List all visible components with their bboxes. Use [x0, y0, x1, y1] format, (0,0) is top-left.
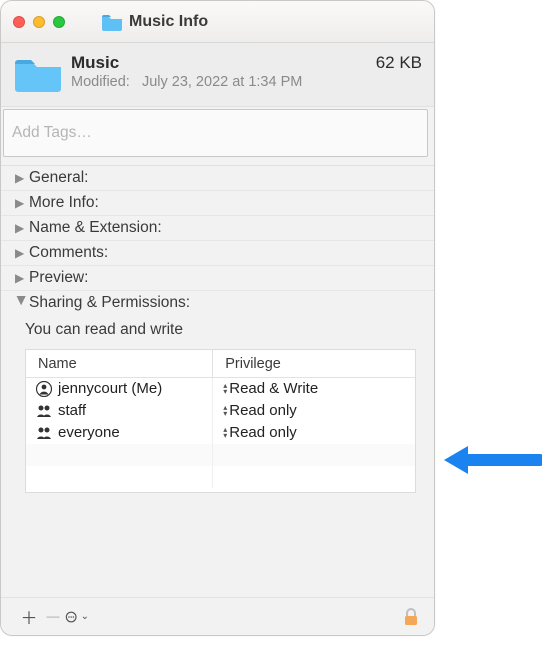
section-label: Name & Extension: — [29, 219, 162, 237]
section-name-extension[interactable]: ▶Name & Extension: — [1, 215, 434, 240]
section-preview[interactable]: ▶Preview: — [1, 265, 434, 290]
group-icon — [36, 426, 52, 440]
privilege-value[interactable]: Read only — [229, 402, 297, 419]
stepper-icon[interactable]: ▴▾ — [223, 427, 227, 439]
add-button[interactable]: ＋ — [17, 604, 41, 629]
privilege-value[interactable]: Read & Write — [229, 380, 318, 397]
column-privilege[interactable]: Privilege — [213, 350, 415, 378]
minimize-icon[interactable] — [33, 16, 45, 28]
user-name: jennycourt (Me) — [58, 380, 162, 397]
sections: ▶General: ▶More Info: ▶Name & Extension:… — [1, 163, 434, 493]
section-sharing-permissions[interactable]: ▶Sharing & Permissions: — [1, 290, 434, 315]
footer: ＋ － ⌄ — [1, 597, 434, 635]
chevron-right-icon: ▶ — [15, 271, 29, 285]
close-icon[interactable] — [13, 16, 25, 28]
chevron-down-icon: ⌄ — [81, 611, 89, 622]
group-icon — [36, 404, 52, 418]
callout-arrow-icon — [442, 440, 542, 474]
stepper-icon[interactable]: ▴▾ — [223, 383, 227, 395]
actions-button[interactable]: ⌄ — [65, 610, 89, 624]
section-label: Sharing & Permissions: — [29, 294, 190, 312]
table-row-empty — [26, 466, 415, 488]
user-name: staff — [58, 402, 86, 419]
item-name: Music — [71, 53, 368, 73]
modified-value: July 23, 2022 at 1:34 PM — [142, 74, 302, 90]
zoom-icon[interactable] — [53, 16, 65, 28]
column-name[interactable]: Name — [26, 350, 213, 378]
remove-button[interactable]: － — [41, 604, 65, 630]
section-label: Preview: — [29, 269, 88, 287]
table-header: Name Privilege — [26, 350, 415, 378]
table-row[interactable]: jennycourt (Me) ▴▾ Read & Write — [26, 378, 415, 400]
tags-input[interactable] — [4, 110, 427, 156]
section-general[interactable]: ▶General: — [1, 165, 434, 190]
privilege-value[interactable]: Read only — [229, 424, 297, 441]
section-more-info[interactable]: ▶More Info: — [1, 190, 434, 215]
item-size: 62 KB — [368, 53, 422, 73]
modified-line: Modified: July 23, 2022 at 1:34 PM — [71, 74, 368, 90]
stepper-icon[interactable]: ▴▾ — [223, 405, 227, 417]
tags-field[interactable] — [3, 109, 428, 157]
chevron-right-icon: ▶ — [15, 246, 29, 260]
chevron-right-icon: ▶ — [15, 171, 29, 185]
person-icon — [36, 381, 52, 397]
section-label: Comments: — [29, 244, 108, 262]
modified-label: Modified: — [71, 74, 130, 90]
permissions-message: You can read and write — [1, 315, 434, 347]
title-wrap: Music Info — [101, 13, 208, 31]
header-text: Music Modified: July 23, 2022 at 1:34 PM — [71, 53, 368, 90]
titlebar[interactable]: Music Info — [1, 1, 434, 43]
chevron-right-icon: ▶ — [15, 196, 29, 210]
traffic-lights — [13, 16, 65, 28]
header: Music Modified: July 23, 2022 at 1:34 PM… — [1, 43, 434, 107]
table-row-empty — [26, 444, 415, 466]
info-window: Music Info Music Modified: July 23, 2022… — [0, 0, 435, 636]
user-name: everyone — [58, 424, 120, 441]
chevron-right-icon: ▶ — [15, 221, 29, 235]
lock-icon[interactable] — [402, 607, 420, 627]
section-comments[interactable]: ▶Comments: — [1, 240, 434, 265]
folder-icon — [101, 13, 123, 31]
chevron-down-icon: ▶ — [15, 296, 29, 310]
folder-large-icon — [13, 53, 63, 98]
section-label: General: — [29, 169, 88, 187]
table-row[interactable]: everyone ▴▾ Read only — [26, 422, 415, 444]
permissions-table: Name Privilege jennycourt (Me) — [25, 349, 416, 493]
window-title: Music Info — [129, 13, 208, 31]
section-label: More Info: — [29, 194, 99, 212]
table-row[interactable]: staff ▴▾ Read only — [26, 400, 415, 422]
